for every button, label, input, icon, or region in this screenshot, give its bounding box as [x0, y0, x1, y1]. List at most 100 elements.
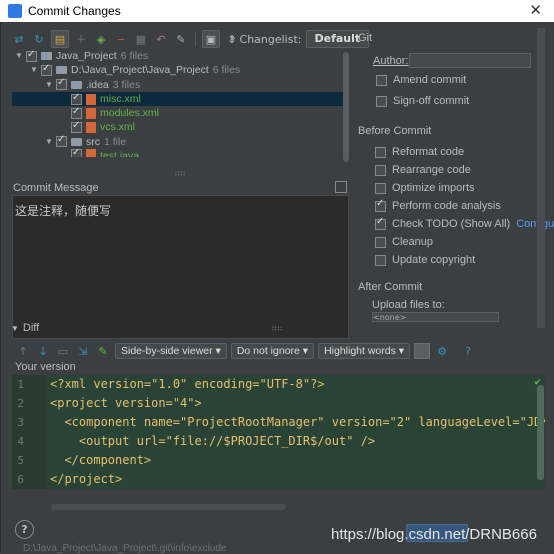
option-label: Cleanup [392, 236, 433, 248]
row-checkbox[interactable] [71, 149, 82, 158]
group-by-icon[interactable]: ▤ [51, 30, 69, 48]
your-version-label: Your version [15, 361, 76, 373]
signoff-checkbox[interactable] [376, 95, 387, 107]
code-analysis-option[interactable]: Perform code analysis [375, 198, 501, 212]
tree-label: misc.xml [100, 92, 141, 105]
optimize-imports-option[interactable]: Optimize imports [375, 182, 475, 194]
ignore-value: Do not ignore [236, 345, 300, 357]
highlight-dropdown[interactable]: Highlight words ▾ [318, 343, 411, 359]
amend-checkbox[interactable] [376, 74, 387, 86]
next-diff-icon[interactable]: ↓ [35, 343, 51, 359]
row-checkbox[interactable] [56, 76, 67, 91]
upload-dropdown[interactable]: <none> [372, 312, 499, 322]
tree-label: vcs.xml [100, 121, 135, 134]
collapse-arrow-icon[interactable]: ▼ [14, 49, 24, 63]
jump-to-source-icon[interactable]: ⇲ [75, 343, 91, 359]
option-label: Rearrange code [392, 164, 471, 176]
optimize-checkbox[interactable] [375, 182, 386, 194]
option-label: Optimize imports [392, 182, 475, 194]
settings-gear-icon[interactable]: ⚙ [434, 343, 450, 359]
watermark-text: https://blog.csdn.net/DRNB666 [331, 526, 537, 543]
diff-icon[interactable]: ⇄ [11, 31, 27, 47]
line-number: 1 [17, 378, 24, 391]
refresh-icon[interactable]: ↻ [31, 31, 47, 47]
reformat-option[interactable]: Reformat code [375, 146, 464, 158]
code-text: <project version="4"> [50, 396, 202, 410]
collapse-arrow-icon[interactable]: ▼ [44, 135, 54, 149]
project-folder-icon [41, 52, 52, 61]
check-todo-checkbox[interactable] [375, 216, 386, 230]
tree-scrollbar[interactable] [343, 52, 349, 162]
code-analysis-checkbox[interactable] [375, 198, 386, 212]
before-commit-title: Before Commit [358, 125, 432, 137]
option-label: Update copyright [392, 254, 476, 266]
row-checkbox[interactable] [56, 133, 67, 148]
toolbar-divider [195, 32, 196, 46]
window-title: Commit Changes [28, 4, 121, 18]
diff-toolbar: ↑ ↓ ▭ ⇲ ✎ Side-by-side viewer ▾ Do not i… [15, 342, 476, 360]
update-copyright-option[interactable]: Update copyright [375, 254, 475, 266]
collapse-arrow-icon[interactable]: ▼ [44, 78, 54, 92]
signoff-commit-option[interactable]: Sign-off commit [376, 95, 469, 107]
changelist-label: Changelist: [239, 32, 302, 46]
viewer-dropdown[interactable]: Side-by-side viewer ▾ [115, 343, 227, 359]
tree-row-modules[interactable]: modules.xml [12, 105, 349, 120]
row-checkbox[interactable] [71, 91, 82, 105]
preview-diff-icon[interactable]: ▣ [202, 30, 220, 48]
options-scrollbar[interactable] [537, 28, 545, 328]
collapse-arrow-icon[interactable]: ▼ [29, 63, 39, 77]
folder-icon [71, 137, 82, 146]
author-input[interactable] [409, 53, 531, 68]
move-to-changelist-icon[interactable]: ◈ [93, 31, 109, 47]
lock-icon[interactable] [414, 343, 431, 359]
edit-source-icon[interactable]: ✎ [173, 31, 189, 47]
horizontal-scrollbar[interactable] [51, 504, 286, 510]
ignore-dropdown[interactable]: Do not ignore ▾ [230, 343, 315, 359]
help-icon[interactable]: ? [460, 343, 476, 359]
file-count: 6 files [120, 50, 149, 62]
code-text: <component name="ProjectRootManager" ver… [50, 415, 545, 429]
rearrange-checkbox[interactable] [375, 164, 386, 176]
add-icon[interactable]: ＋ [73, 31, 89, 47]
row-checkbox[interactable] [71, 119, 82, 133]
tree-row-misc[interactable]: misc.xml [12, 91, 349, 107]
close-icon[interactable]: ✕ [529, 1, 542, 19]
rearrange-option[interactable]: Rearrange code [375, 164, 471, 176]
line-number: 6 [17, 473, 24, 486]
splitter-grip[interactable]: ⠶⠶ [174, 169, 186, 179]
file-count: 6 files [212, 64, 241, 77]
tree-row-src[interactable]: ▼ src 1 file [12, 133, 349, 149]
amend-commit-option[interactable]: Amend commit [376, 74, 466, 86]
window-titlebar: Commit Changes ✕ [0, 0, 554, 22]
file-count: 1 file [104, 135, 127, 148]
copyright-checkbox[interactable] [375, 254, 386, 266]
row-checkbox[interactable] [26, 49, 37, 62]
configure-link[interactable]: Configure [516, 218, 554, 230]
cleanup-option[interactable]: Cleanup [375, 236, 433, 248]
tree-label: test.java [100, 150, 140, 158]
diff-header[interactable]: ▼ Diff [11, 322, 39, 334]
help-button[interactable]: ? [15, 520, 34, 539]
tree-label: modules.xml [100, 107, 159, 120]
shelve-icon[interactable]: ▦ [133, 31, 149, 47]
line-number: 4 [17, 435, 24, 448]
row-checkbox[interactable] [71, 105, 82, 119]
tree-row-idea[interactable]: ▼ .idea 3 files [12, 76, 349, 92]
splitter-grip[interactable]: ⠶⠶ [271, 324, 283, 334]
editor-scrollbar[interactable] [537, 385, 544, 480]
prev-diff-icon[interactable]: ↑ [15, 343, 31, 359]
commit-history-icon[interactable] [335, 181, 347, 193]
tree-row-project[interactable]: ▼ Java_Project 6 files [12, 49, 349, 63]
rollback-icon[interactable]: ↶ [153, 31, 169, 47]
diff-editor[interactable]: 1 <?xml version="1.0" encoding="UTF-8"?> … [12, 375, 545, 489]
edit-icon[interactable]: ✎ [95, 343, 111, 359]
tree-row-test[interactable]: test.java [12, 149, 349, 158]
remove-icon[interactable]: − [113, 31, 129, 47]
cleanup-checkbox[interactable] [375, 236, 386, 248]
row-checkbox[interactable] [41, 62, 52, 76]
commit-message-input[interactable]: 这是注释，随便写 [12, 195, 349, 339]
compare-icon[interactable]: ▭ [55, 343, 71, 359]
diff-collapse-icon[interactable]: ▼ [11, 324, 19, 333]
check-todo-option[interactable]: Check TODO (Show All) Configure [375, 216, 554, 230]
reformat-checkbox[interactable] [375, 146, 386, 158]
